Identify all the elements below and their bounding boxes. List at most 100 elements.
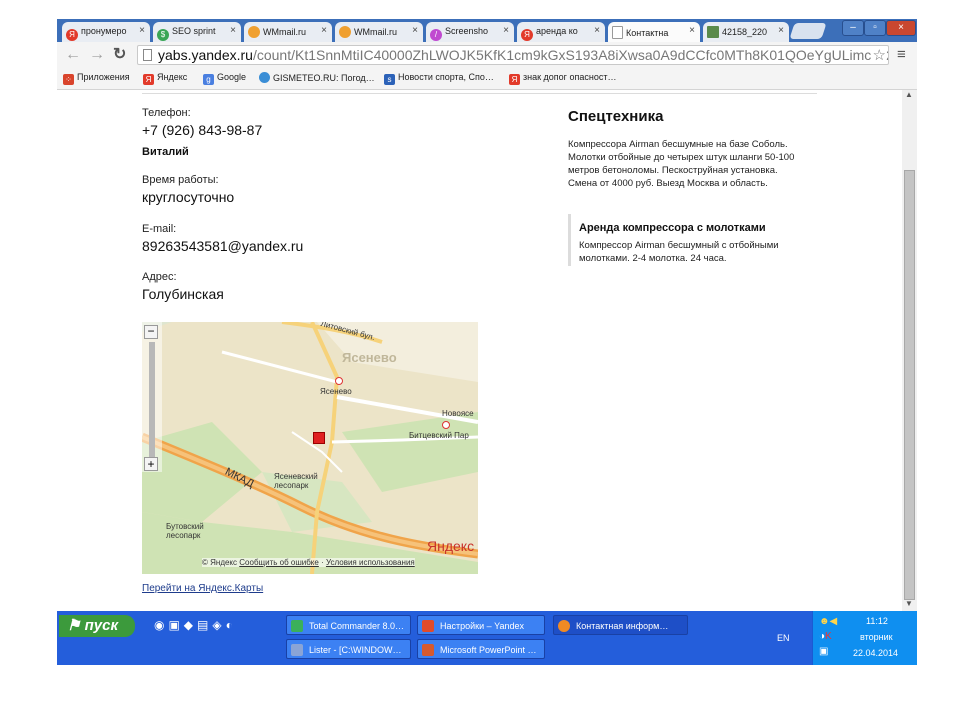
tab-label: WMmail.ru bbox=[354, 27, 397, 37]
bookmark-apps[interactable]: ⁘ Приложения bbox=[63, 72, 130, 85]
browser-window: Япронумеро × $ SEO sprint × WMmail.ru × WMma… bbox=[57, 19, 917, 665]
bookmark-sport[interactable]: s Новости спорта, Спо… bbox=[384, 72, 494, 85]
tab-7-active[interactable]: Контактна × bbox=[608, 22, 700, 42]
flag-marker-icon[interactable] bbox=[313, 432, 325, 444]
weather-icon bbox=[259, 72, 270, 83]
map-label: Ясенево bbox=[342, 350, 397, 365]
tab-1[interactable]: Япронумеро × bbox=[62, 22, 150, 42]
bookmark-yandex[interactable]: Я Яндекс bbox=[143, 72, 187, 85]
task-settings-yandex[interactable]: Настройки – Yandex bbox=[417, 615, 545, 635]
windows-flag-icon: ⚑ bbox=[67, 617, 85, 634]
ad-text: Компрессора Airman бесшумные на базе Соб… bbox=[568, 139, 795, 189]
address-bar[interactable]: yabs.yandex.ru/count/Kt1SnnMtiIC40000ZhL… bbox=[137, 45, 889, 65]
terms-link[interactable]: Условия использования bbox=[326, 558, 415, 567]
network-icon[interactable]: ▣ bbox=[819, 646, 828, 657]
quote-text: Компрессор Airman бесшумный с отбойными … bbox=[579, 240, 779, 264]
start-label: пуск bbox=[84, 617, 119, 634]
tab-label: WMmail.ru bbox=[263, 27, 306, 37]
tab-label: Контактна bbox=[626, 28, 669, 38]
tab-3[interactable]: WMmail.ru × bbox=[244, 22, 332, 42]
windows-taskbar: ⚑ пуск ◉▣◆▤◈◐ Total Commander 8.0… Настр… bbox=[57, 611, 917, 665]
bookmark-danger-sign[interactable]: Язнак допог опасност… bbox=[509, 72, 616, 85]
close-icon[interactable]: × bbox=[412, 25, 418, 36]
page-content: Телефон: +7 (926) 843-98-87 Виталий Врем… bbox=[57, 90, 902, 611]
address-value: Голубинская bbox=[142, 286, 224, 302]
tab-strip: Япронумеро × $ SEO sprint × WMmail.ru × WMma… bbox=[57, 19, 917, 42]
map-label: Битцевский Пар bbox=[409, 431, 469, 440]
bookmark-label: знак допог опасност… bbox=[523, 72, 617, 82]
app-icon bbox=[558, 620, 570, 632]
task-contact-info[interactable]: Контактная информ… bbox=[553, 615, 688, 635]
language-indicator[interactable]: EN bbox=[777, 633, 790, 643]
back-icon[interactable]: ← bbox=[65, 46, 81, 64]
yandex-icon: Я bbox=[66, 29, 78, 41]
metro-icon bbox=[335, 377, 343, 385]
star-icon[interactable]: ☆ bbox=[870, 46, 886, 64]
clock-date: 22.04.2014 bbox=[853, 648, 899, 658]
task-label: Контактная информ… bbox=[576, 621, 669, 631]
tab-4[interactable]: WMmail.ru × bbox=[335, 22, 423, 42]
vertical-scrollbar[interactable]: ▲ ▼ bbox=[902, 90, 917, 611]
bookmark-gismeteo[interactable]: GISMETEO.RU: Погод… bbox=[259, 72, 375, 83]
close-window-button[interactable]: × bbox=[886, 20, 916, 36]
clock-time[interactable]: 11:12 bbox=[866, 616, 888, 626]
scroll-thumb[interactable] bbox=[904, 170, 915, 600]
yandex-icon: Я bbox=[509, 74, 520, 85]
phone-label: Телефон: bbox=[142, 107, 191, 119]
sport-icon: s bbox=[384, 74, 395, 85]
email-label: E-mail: bbox=[142, 223, 177, 235]
close-icon[interactable]: × bbox=[139, 25, 145, 36]
report-error-link[interactable]: Сообщить об ошибке bbox=[239, 558, 319, 567]
zoom-in-button[interactable]: + bbox=[144, 457, 158, 471]
close-icon[interactable]: × bbox=[594, 25, 600, 36]
task-total-commander[interactable]: Total Commander 8.0… bbox=[286, 615, 411, 635]
reload-icon[interactable]: ↻ bbox=[113, 46, 126, 64]
map-copyright-bar: © Яндекс Сообщить об ошибке · Условия ис… bbox=[202, 558, 415, 567]
scroll-down-icon[interactable]: ▼ bbox=[905, 599, 913, 608]
hours-label: Время работы: bbox=[142, 174, 219, 186]
map-label: Бутовский лесопарк bbox=[166, 522, 204, 540]
yandex-map[interactable]: − + Литовский бул. Ясенево Ясенево Новоя… bbox=[142, 322, 478, 574]
scroll-up-icon[interactable]: ▲ bbox=[905, 90, 913, 99]
map-label: Новоясе bbox=[442, 409, 474, 418]
zoom-out-button[interactable]: − bbox=[144, 325, 158, 339]
address-label: Адрес: bbox=[142, 271, 177, 283]
task-powerpoint[interactable]: Microsoft PowerPoint … bbox=[417, 639, 545, 659]
wmmail-icon bbox=[339, 26, 351, 38]
minimize-button[interactable]: – bbox=[842, 20, 864, 36]
tab-label: Screensho bbox=[445, 26, 489, 36]
tray-icons[interactable]: ☻◀ bbox=[819, 616, 837, 627]
url-text: yabs.yandex.ru/count/Kt1SnnMtiIC40000ZhL… bbox=[158, 47, 888, 63]
quote-border bbox=[568, 214, 571, 266]
tab-8[interactable]: 42158_220 × bbox=[703, 22, 789, 42]
quick-launch-icons[interactable]: ◉▣◆▤◈◐ bbox=[154, 618, 237, 632]
close-icon[interactable]: × bbox=[778, 25, 784, 36]
menu-icon[interactable]: ≡ bbox=[897, 46, 906, 64]
map-label: Ясеневский лесопарк bbox=[274, 472, 318, 490]
close-icon[interactable]: × bbox=[689, 25, 695, 36]
tab-5[interactable]: / Screensho × bbox=[426, 22, 514, 42]
bookmark-google[interactable]: g Google bbox=[203, 72, 246, 85]
phone-value: +7 (926) 843-98-87 bbox=[142, 122, 263, 138]
maximize-button[interactable]: ▫ bbox=[864, 20, 886, 36]
start-button[interactable]: ⚑ пуск bbox=[59, 615, 135, 637]
email-value: 89263543581@yandex.ru bbox=[142, 238, 304, 254]
yandex-icon: Я bbox=[143, 74, 154, 85]
contact-name: Виталий bbox=[142, 146, 189, 158]
tray-icons-2[interactable]: ◑K bbox=[819, 631, 832, 642]
close-icon[interactable]: × bbox=[503, 25, 509, 36]
top-divider bbox=[142, 93, 817, 94]
close-icon[interactable]: × bbox=[230, 25, 236, 36]
task-lister[interactable]: Lister - [C:\WINDOW… bbox=[286, 639, 411, 659]
close-icon[interactable]: × bbox=[321, 25, 327, 36]
open-yandex-maps-link[interactable]: Перейти на Яндекс.Карты bbox=[142, 583, 263, 594]
url-host: yabs.yandex.ru bbox=[158, 47, 253, 63]
page-icon bbox=[143, 49, 152, 61]
pen-icon: / bbox=[430, 29, 442, 41]
tab-2[interactable]: $ SEO sprint × bbox=[153, 22, 241, 42]
tab-6[interactable]: Яаренда ко × bbox=[517, 22, 605, 42]
new-tab-button[interactable] bbox=[789, 23, 827, 39]
bookmark-label: Яндекс bbox=[157, 72, 188, 82]
forward-icon[interactable]: → bbox=[89, 46, 105, 64]
map-copyright: © Яндекс bbox=[202, 558, 238, 567]
